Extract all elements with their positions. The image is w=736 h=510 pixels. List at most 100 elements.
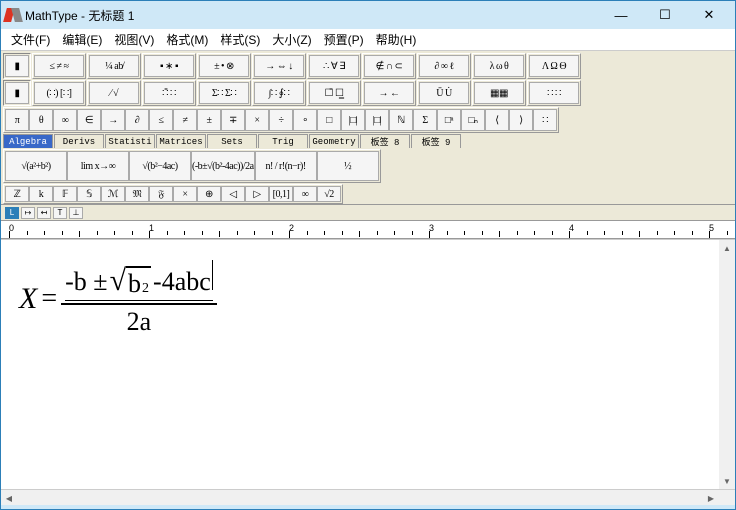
symbol-small-button[interactable]: 𝔐: [125, 186, 149, 202]
symbol-button[interactable]: ∂: [125, 109, 149, 131]
symbol-small-button[interactable]: ⊕: [197, 186, 221, 202]
symbol-button[interactable]: ∘: [293, 109, 317, 131]
equation[interactable]: X = -b ± √ b 2 -4abc: [19, 260, 217, 337]
menu-edit[interactable]: 编辑(E): [56, 29, 108, 50]
menu-file[interactable]: 文件(F): [5, 29, 56, 50]
close-button[interactable]: ✕: [687, 1, 731, 29]
menu-size[interactable]: 大小(Z): [266, 29, 317, 50]
symbol-button[interactable]: □: [317, 109, 341, 131]
symbol-button[interactable]: ÷: [269, 109, 293, 131]
horizontal-scrollbar[interactable]: ◀ ▶: [1, 489, 735, 505]
radicand[interactable]: b 2: [126, 266, 151, 299]
palette-embellish[interactable]: ▪ ∗ ▪: [144, 55, 194, 77]
symbol-small-button[interactable]: 𝕊: [77, 186, 101, 202]
tab-trig[interactable]: Trig: [258, 134, 308, 148]
tab-sets[interactable]: Sets: [207, 134, 257, 148]
symbol-small-button[interactable]: k: [29, 186, 53, 202]
palette-spaces[interactable]: ¼ ab̸: [89, 55, 139, 77]
tab-板签 9[interactable]: 板签 9: [411, 134, 461, 148]
sqrt[interactable]: √ b 2: [110, 266, 151, 299]
symbol-button[interactable]: |□|: [341, 109, 365, 131]
symbol-button[interactable]: □ₙ: [461, 109, 485, 131]
menu-help[interactable]: 帮助(H): [370, 29, 423, 50]
template-button[interactable]: n! / r!(n−r)!: [255, 151, 317, 181]
symbol-small-button[interactable]: ℳ: [101, 186, 125, 202]
symbol-small-button[interactable]: √2: [317, 186, 341, 202]
template-button[interactable]: √(a²+b²): [5, 151, 67, 181]
fraction[interactable]: -b ± √ b 2 -4abc 2a: [61, 260, 217, 337]
vertical-scrollbar[interactable]: ▲ ▼: [719, 240, 735, 489]
toolbar-handle[interactable]: ▮: [5, 82, 29, 104]
symbol-small-button[interactable]: ×: [173, 186, 197, 202]
palette-misc[interactable]: ∂ ∞ ℓ: [419, 55, 469, 77]
maximize-button[interactable]: ☐: [643, 1, 687, 29]
menu-preset[interactable]: 预置(P): [318, 29, 370, 50]
symbol-button[interactable]: ⟨: [485, 109, 509, 131]
palette-matrices[interactable]: ▦▦: [474, 82, 524, 104]
palette-scripts[interactable]: ∷̄ ∷: [144, 82, 194, 104]
radicand-exp[interactable]: 2: [142, 281, 149, 297]
symbol-button[interactable]: π: [5, 109, 29, 131]
minimize-button[interactable]: —: [599, 1, 643, 29]
editor-area[interactable]: X = -b ± √ b 2 -4abc: [1, 239, 735, 489]
symbol-button[interactable]: →: [101, 109, 125, 131]
tab-derivs[interactable]: Derivs: [54, 134, 104, 148]
palette-fractions[interactable]: ⁄ √: [89, 82, 139, 104]
radicand-base[interactable]: b: [128, 269, 141, 299]
symbol-button[interactable]: θ: [29, 109, 53, 131]
tab-geometry[interactable]: Geometry: [309, 134, 359, 148]
palette-integrals[interactable]: ∫∷ ∮∷: [254, 82, 304, 104]
symbol-small-button[interactable]: ∞: [293, 186, 317, 202]
palette-labeled-arrows[interactable]: → ←: [364, 82, 414, 104]
palette-boxes[interactable]: ∷ ∷: [529, 82, 579, 104]
menu-format[interactable]: 格式(M): [160, 29, 214, 50]
palette-bars[interactable]: ☐̄ ☐̲: [309, 82, 359, 104]
num-prefix[interactable]: -b ±: [65, 267, 107, 297]
scroll-right-icon[interactable]: ▶: [703, 490, 719, 506]
palette-relational[interactable]: ≤ ≠ ≈: [34, 55, 84, 77]
align-button[interactable]: L: [5, 207, 19, 219]
symbol-button[interactable]: ⟩: [509, 109, 533, 131]
align-button[interactable]: ↦: [21, 207, 35, 219]
tab-algebra[interactable]: Algebra: [3, 134, 53, 148]
symbol-small-button[interactable]: 𝔽: [53, 186, 77, 202]
align-button[interactable]: ⊥: [69, 207, 83, 219]
symbol-button[interactable]: ∞: [53, 109, 77, 131]
symbol-small-button[interactable]: ℤ: [5, 186, 29, 202]
symbol-button[interactable]: ≤: [149, 109, 173, 131]
palette-operators[interactable]: ± • ⊗: [199, 55, 249, 77]
palette-greek-upper[interactable]: Λ Ω Θ: [529, 55, 579, 77]
ruler[interactable]: 012345: [1, 221, 735, 239]
template-button[interactable]: √(b²−4ac): [129, 151, 191, 181]
symbol-small-button[interactable]: [0,1]: [269, 186, 293, 202]
palette-greek-lower[interactable]: λ ω θ: [474, 55, 524, 77]
symbol-button[interactable]: ℕ: [389, 109, 413, 131]
tab-statisti[interactable]: Statisti: [105, 134, 155, 148]
tab-matrices[interactable]: Matrices: [156, 134, 206, 148]
symbol-button[interactable]: ∓: [221, 109, 245, 131]
scroll-up-icon[interactable]: ▲: [719, 240, 735, 256]
symbol-button[interactable]: Σ: [413, 109, 437, 131]
toolbar-handle[interactable]: ▮: [5, 55, 29, 77]
menu-view[interactable]: 视图(V): [108, 29, 160, 50]
symbol-button[interactable]: ×: [245, 109, 269, 131]
symbol-small-button[interactable]: ◁: [221, 186, 245, 202]
tab-板签 8[interactable]: 板签 8: [360, 134, 410, 148]
palette-sums[interactable]: Σ∷ Σ∷: [199, 82, 249, 104]
symbol-button[interactable]: □ⁿ: [437, 109, 461, 131]
palette-logic[interactable]: ∴ ∀ ∃: [309, 55, 359, 77]
template-button[interactable]: lim x→∞: [67, 151, 129, 181]
denominator[interactable]: 2a: [127, 305, 152, 337]
symbol-button[interactable]: ±: [197, 109, 221, 131]
scroll-left-icon[interactable]: ◀: [1, 490, 17, 506]
symbol-button[interactable]: ≠: [173, 109, 197, 131]
template-button[interactable]: ½: [317, 151, 379, 181]
numerator[interactable]: -b ± √ b 2 -4abc: [61, 260, 217, 305]
symbol-button[interactable]: ∷: [533, 109, 557, 131]
menu-style[interactable]: 样式(S): [214, 29, 266, 50]
equals-sign[interactable]: =: [41, 283, 57, 315]
palette-products[interactable]: Ū U̇: [419, 82, 469, 104]
scroll-down-icon[interactable]: ▼: [719, 473, 735, 489]
symbol-small-button[interactable]: ▷: [245, 186, 269, 202]
equation-lhs[interactable]: X: [19, 282, 37, 316]
